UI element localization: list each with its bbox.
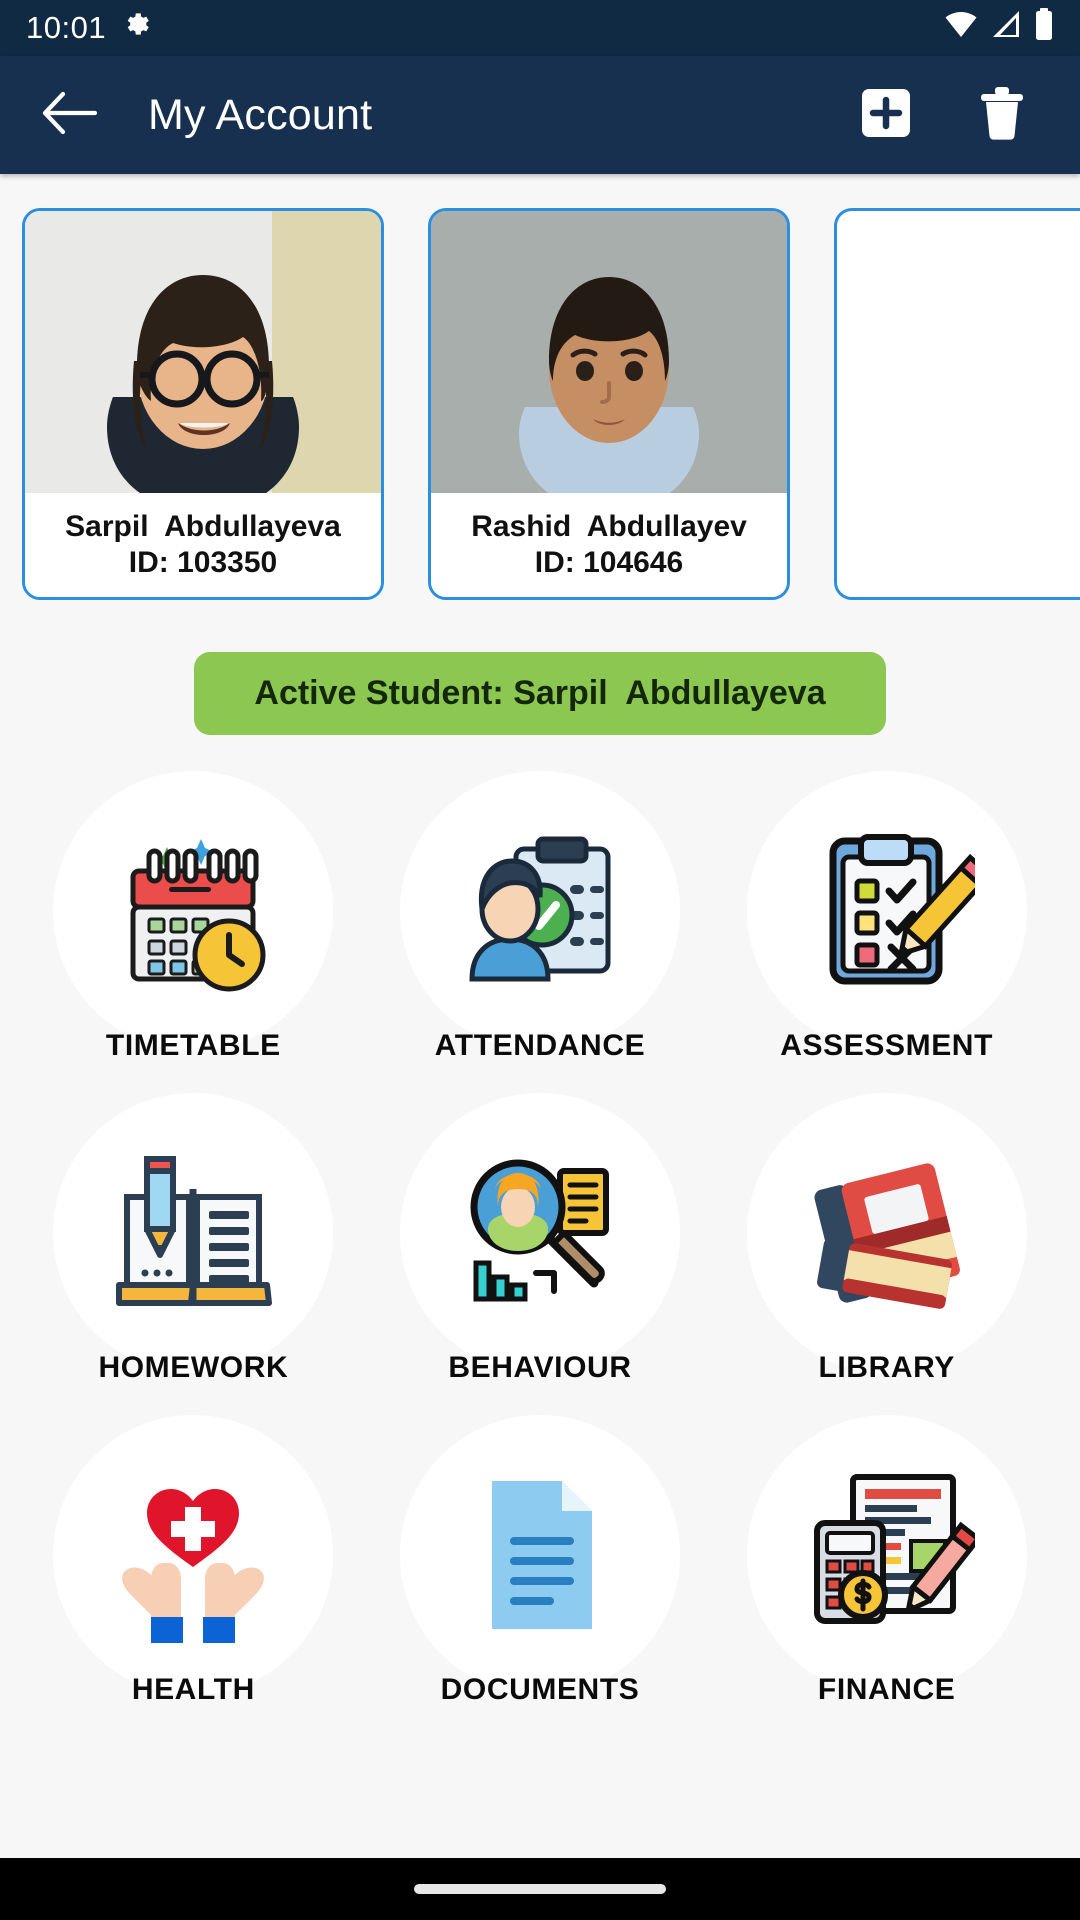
main-content: Sarpil Abdullayeva ID: 103350 Rashid Abd… (0, 174, 1080, 1858)
student-card-carousel[interactable]: Sarpil Abdullayeva ID: 103350 Rashid Abd… (0, 174, 1080, 614)
system-navigation-bar (0, 1858, 1080, 1920)
student-photo (837, 211, 1080, 493)
menu-item-label: DOCUMENTS (440, 1673, 640, 1706)
menu-icon-circle (746, 1415, 1027, 1695)
student-id: ID: 103350 (128, 546, 278, 579)
gear-icon (122, 9, 152, 47)
status-bar-clock: 10:01 (26, 10, 107, 45)
student-card[interactable]: Rashid Abdullayev ID: 104646 (428, 208, 790, 600)
calculator-invoice-icon (799, 1467, 975, 1643)
hands-heart-icon (105, 1467, 281, 1643)
menu-item-label: FINANCE (817, 1673, 956, 1706)
status-bar-left: 10:01 (26, 9, 152, 47)
menu-icon-circle (53, 771, 334, 1051)
cellular-signal-icon (991, 10, 1021, 46)
student-card-meta: Rashid Abdullayev ID: 104646 (431, 493, 787, 597)
active-student-row: Active Student: Sarpil Abdullayeva (0, 652, 1080, 735)
menu-item-label: TIMETABLE (105, 1029, 281, 1062)
clipboard-check-person-icon (452, 823, 628, 999)
menu-icon-circle (399, 1415, 680, 1695)
menu-grid: TIMETABLE ATTENDANCE ASSESSMENT HOMEWORK… (0, 763, 1080, 1707)
menu-item-library[interactable]: LIBRARY (713, 1085, 1060, 1385)
trash-icon (977, 84, 1027, 147)
back-button[interactable] (32, 78, 106, 152)
student-id: ID: 104646 (534, 546, 684, 579)
menu-item-documents[interactable]: DOCUMENTS (367, 1407, 714, 1707)
menu-item-attendance[interactable]: ATTENDANCE (367, 763, 714, 1063)
clipboard-pencil-icon (799, 823, 975, 999)
menu-icon-circle (399, 771, 680, 1051)
student-card-meta (837, 493, 1080, 597)
menu-item-homework[interactable]: HOMEWORK (20, 1085, 367, 1385)
add-student-button[interactable] (854, 83, 918, 147)
menu-icon-circle (53, 1093, 334, 1373)
student-photo (431, 211, 787, 493)
student-name: Sarpil Abdullayeva (65, 510, 341, 543)
plus-square-icon (858, 85, 914, 146)
student-card[interactable]: Sarpil Abdullayeva ID: 103350 (22, 208, 384, 600)
student-photo (25, 211, 381, 493)
magnifier-person-chart-icon (452, 1145, 628, 1321)
menu-item-label: ASSESSMENT (780, 1029, 994, 1062)
wifi-icon (944, 10, 978, 46)
delete-button[interactable] (970, 83, 1034, 147)
menu-item-label: ATTENDANCE (434, 1029, 646, 1062)
app-bar-actions (854, 83, 1048, 147)
status-bar: 10:01 (0, 0, 1080, 56)
student-card-meta: Sarpil Abdullayeva ID: 103350 (25, 493, 381, 597)
menu-icon-circle (746, 1093, 1027, 1373)
book-pencil-icon (105, 1145, 281, 1321)
phone-screen: 10:01 My Account Sarpil Abdullayeva ID: … (0, 0, 1080, 1920)
menu-item-label: HEALTH (131, 1673, 255, 1706)
battery-icon (1034, 8, 1054, 48)
page-title: My Account (148, 90, 373, 139)
calendar-clock-icon (105, 823, 281, 999)
gesture-pill[interactable] (414, 1884, 666, 1894)
menu-item-health[interactable]: HEALTH (20, 1407, 367, 1707)
document-icon (452, 1467, 628, 1643)
books-icon (799, 1145, 975, 1321)
status-bar-right (944, 8, 1054, 48)
menu-item-behaviour[interactable]: BEHAVIOUR (367, 1085, 714, 1385)
app-bar: My Account (0, 56, 1080, 174)
menu-item-finance[interactable]: FINANCE (713, 1407, 1060, 1707)
student-name: Rashid Abdullayev (471, 510, 747, 543)
menu-icon-circle (399, 1093, 680, 1373)
menu-item-label: BEHAVIOUR (448, 1351, 632, 1384)
menu-item-label: HOMEWORK (98, 1351, 289, 1384)
student-card[interactable] (834, 208, 1080, 600)
menu-icon-circle (746, 771, 1027, 1051)
menu-item-assessment[interactable]: ASSESSMENT (713, 763, 1060, 1063)
active-student-badge[interactable]: Active Student: Sarpil Abdullayeva (194, 652, 886, 735)
arrow-left-icon (41, 90, 98, 141)
menu-item-timetable[interactable]: TIMETABLE (20, 763, 367, 1063)
menu-item-label: LIBRARY (818, 1351, 955, 1384)
menu-icon-circle (53, 1415, 334, 1695)
